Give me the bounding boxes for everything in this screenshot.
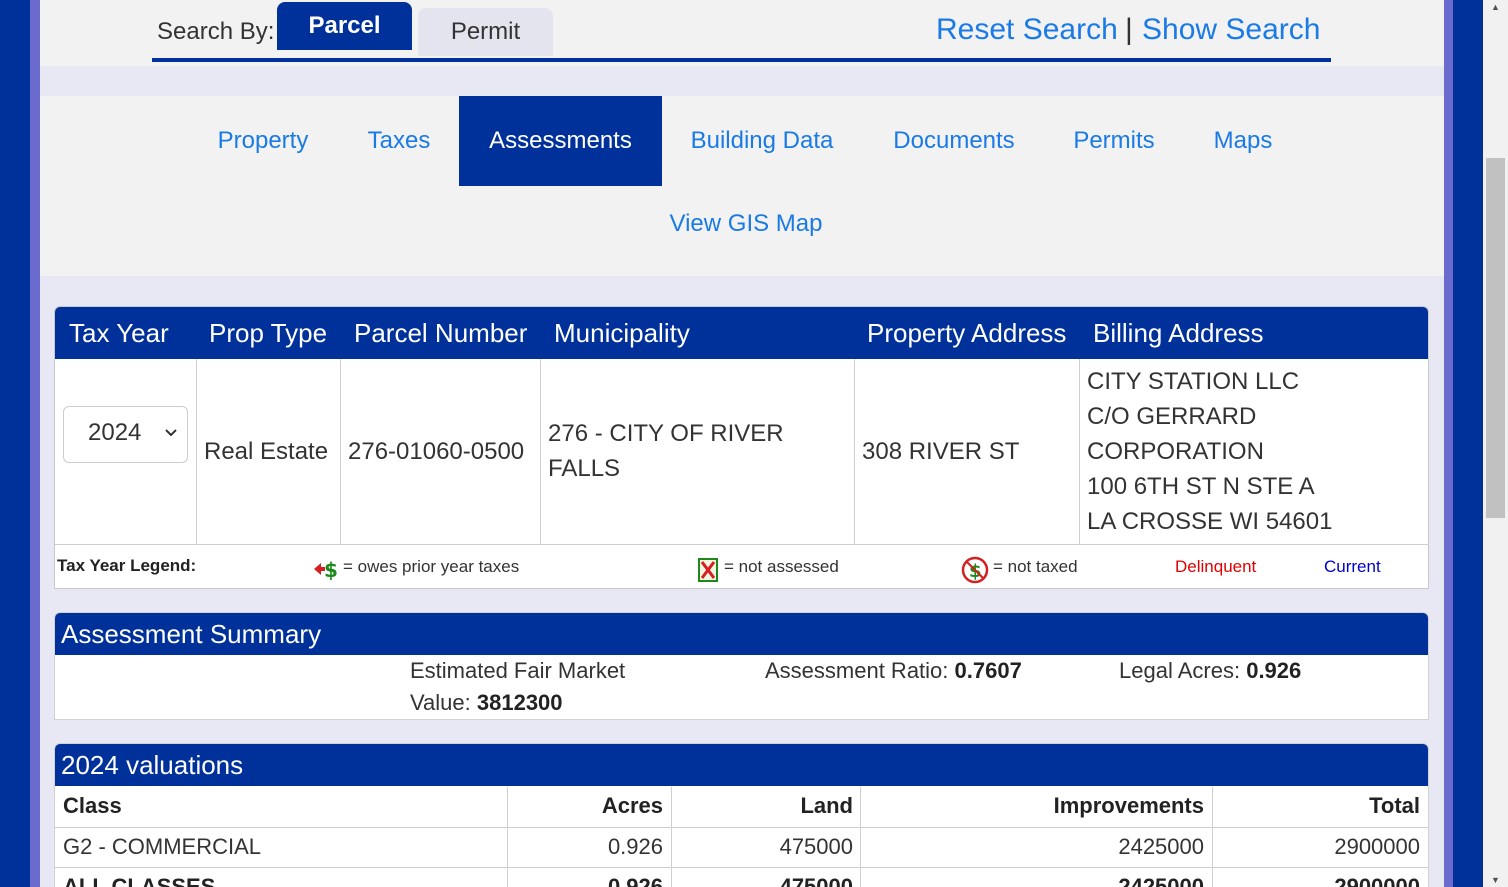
assessment-ratio-label: Assessment Ratio: [765, 658, 949, 683]
total-acres: 0.926 [607, 874, 663, 887]
search-by-label: Search By: [157, 18, 275, 45]
property-address-value: 308 RIVER ST [862, 438, 1020, 465]
column-divider [671, 787, 672, 887]
parcel-number-value: 276-01060-0500 [348, 438, 525, 465]
row-class: G2 - COMMERCIAL [63, 834, 262, 859]
header-billing-address: Billing Address [1093, 318, 1264, 348]
billing-line-3: CORPORATION [1087, 438, 1264, 465]
col-total: Total [1369, 793, 1420, 818]
legend-divider [55, 544, 1428, 545]
legend-delinquent: Delinquent [1175, 557, 1257, 576]
total-improvements: 2425000 [1118, 874, 1204, 887]
total-land: 475000 [779, 874, 853, 887]
valuations-panel: 2024 valuations Class Acres Land Improve… [54, 743, 1429, 887]
header-tax-year: Tax Year [69, 318, 169, 348]
page-border-left [0, 0, 30, 887]
search-underline [152, 58, 1331, 62]
total-total: 2900000 [1334, 874, 1420, 887]
parcel-info-header: Tax Year Prop Type Parcel Number Municip… [55, 307, 1428, 359]
fmv-line-2: Value: 3812300 [410, 687, 563, 719]
column-divider [540, 359, 541, 544]
nav-building-data[interactable]: Building Data [676, 96, 848, 186]
nav-assessments[interactable]: Assessments [459, 96, 662, 186]
row-acres: 0.926 [607, 834, 663, 859]
column-divider [196, 359, 197, 544]
record-nav: Property Taxes Assessments Building Data… [40, 96, 1444, 276]
owes-prior-taxes-icon: $ [312, 557, 338, 586]
legal-acres: Legal Acres: 0.926 [1119, 655, 1301, 687]
assessment-summary-title: Assessment Summary [55, 613, 1428, 655]
municipality-line-2: FALLS [548, 455, 621, 482]
nav-maps[interactable]: Maps [1200, 96, 1286, 186]
page-border-inner-left [30, 0, 40, 887]
row-improvements: 2425000 [1118, 834, 1204, 859]
table-row: G2 - COMMERCIAL 0.926 475000 2425000 290… [55, 827, 1428, 867]
column-divider [507, 787, 508, 887]
table-row-total: ALL CLASSES 0.926 475000 2425000 2900000 [55, 867, 1428, 887]
view-gis-map-link[interactable]: View GIS Map [40, 210, 1444, 238]
assessment-ratio-value: 0.7607 [954, 658, 1022, 683]
billing-line-5: LA CROSSE WI 54601 [1087, 508, 1333, 535]
column-divider [860, 787, 861, 887]
legend-current: Current [1324, 557, 1381, 576]
legend-owes-text: = owes prior year taxes [343, 557, 520, 576]
billing-line-2: C/O GERRARD [1087, 403, 1257, 430]
legend-title: Tax Year Legend: [57, 556, 197, 575]
assessment-ratio: Assessment Ratio: 0.7607 [765, 655, 1022, 687]
chevron-down-icon [164, 419, 178, 449]
link-separator: | [1125, 13, 1133, 46]
billing-line-1: CITY STATION LLC [1087, 368, 1300, 395]
col-improvements: Improvements [1053, 793, 1204, 818]
legend-not-assessed-text: = not assessed [724, 557, 839, 576]
scroll-up-arrow-icon[interactable]: ▲ [1483, 0, 1508, 14]
col-land: Land [800, 793, 853, 818]
main-content: Search By: Parcel Permit Reset Search | … [40, 0, 1444, 887]
nav-property[interactable]: Property [203, 96, 323, 186]
column-divider [854, 359, 855, 544]
header-property-address: Property Address [867, 318, 1067, 348]
nav-documents[interactable]: Documents [878, 96, 1030, 186]
municipality-line-1: 276 - CITY OF RIVER [548, 420, 784, 447]
legal-acres-label: Legal Acres: [1119, 658, 1241, 683]
tab-permit[interactable]: Permit [418, 8, 553, 56]
header-municipality: Municipality [554, 318, 690, 348]
nav-permits[interactable]: Permits [1058, 96, 1170, 186]
legend-not-taxed-text: = not taxed [993, 557, 1078, 576]
nav-taxes[interactable]: Taxes [353, 96, 445, 186]
page-border-inner-right [1444, 0, 1453, 887]
tax-year-select[interactable]: 2024 [63, 406, 188, 463]
column-divider [340, 359, 341, 544]
parcel-info-table: Tax Year Prop Type Parcel Number Municip… [54, 306, 1429, 589]
column-divider [1212, 787, 1213, 887]
page-border-right [1453, 0, 1483, 887]
scroll-down-arrow-icon[interactable]: ▼ [1483, 873, 1508, 887]
valuations-title: 2024 valuations [55, 744, 1428, 786]
svg-text:$: $ [324, 558, 338, 581]
header-parcel-number: Parcel Number [354, 318, 528, 348]
col-acres: Acres [601, 793, 663, 818]
fmv-label-line-1: Estimated Fair Market [410, 658, 626, 683]
fmv-value: 3812300 [476, 690, 563, 715]
column-divider [1079, 359, 1080, 544]
scrollbar-thumb[interactable] [1486, 158, 1505, 518]
valuations-header-row: Class Acres Land Improvements Total [55, 787, 1428, 827]
search-bar: Search By: Parcel Permit Reset Search | … [40, 0, 1444, 66]
prop-type-value: Real Estate [204, 438, 329, 465]
tax-year-value: 2024 [88, 419, 142, 446]
total-class: ALL CLASSES [63, 874, 216, 887]
show-search-link[interactable]: Show Search [1142, 13, 1320, 47]
row-land: 475000 [779, 834, 853, 859]
col-class: Class [63, 793, 122, 818]
header-prop-type: Prop Type [209, 318, 328, 348]
reset-search-link[interactable]: Reset Search [936, 13, 1118, 47]
row-total: 2900000 [1334, 834, 1420, 859]
tab-parcel[interactable]: Parcel [277, 2, 412, 50]
billing-line-4: 100 6TH ST N STE A [1087, 473, 1315, 500]
not-assessed-icon [698, 558, 718, 587]
fmv-label-line-2: Value: [410, 690, 471, 715]
assessment-summary-panel: Assessment Summary Estimated Fair Market… [54, 612, 1429, 720]
legal-acres-value: 0.926 [1246, 658, 1302, 683]
vertical-scrollbar[interactable]: ▲ ▼ [1483, 0, 1508, 887]
not-taxed-icon: $ [961, 556, 989, 588]
